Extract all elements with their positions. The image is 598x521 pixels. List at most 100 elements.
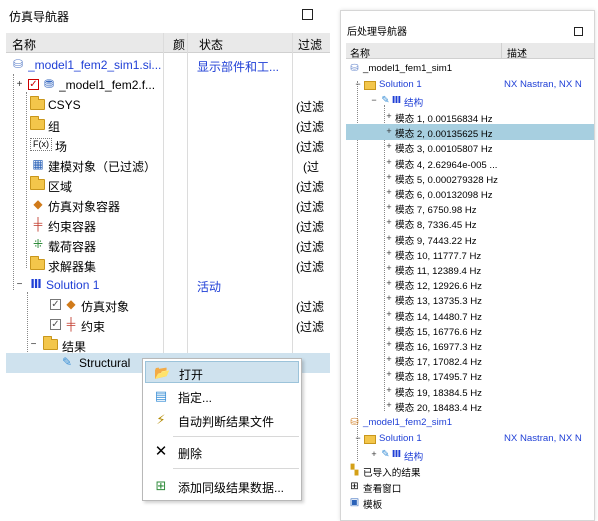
column-name[interactable]: 名称 xyxy=(350,45,370,60)
tree-row-mode[interactable]: + 模态 2, 0.00135625 Hz xyxy=(346,124,594,141)
tree-row-label: 约束容器 xyxy=(48,220,97,234)
tree-row-mode[interactable]: + 模态 4, 2.62964e-005 ... xyxy=(346,155,594,171)
tree-row-modeling-objects[interactable]: ▦ 建模对象（已过滤） (过 xyxy=(6,155,330,175)
tree-row-sim1[interactable]: ⛁ _model1_fem1_sim1 xyxy=(346,61,594,77)
menu-item-label: 添加同级结果数据... xyxy=(178,481,285,495)
expand-icon[interactable]: + xyxy=(385,172,393,182)
menu-item-label: 打开 xyxy=(179,368,204,382)
checkbox-checked-icon[interactable]: ✓ xyxy=(50,319,61,330)
maximize-icon[interactable] xyxy=(574,27,583,36)
collapse-icon[interactable]: − xyxy=(15,280,24,290)
collapse-icon[interactable]: − xyxy=(354,80,362,89)
expand-icon[interactable]: + xyxy=(385,218,393,227)
expand-icon[interactable]: + xyxy=(385,309,393,319)
column-filter[interactable]: 过滤 xyxy=(298,36,322,53)
tree-row-sim-file[interactable]: ⛁ _model1_fem2_sim1.si... 显示部件和工... xyxy=(6,55,330,75)
tree-row-solution-1[interactable]: − Solution 1 NX Nastran, NX N xyxy=(346,77,594,93)
column-description[interactable]: 描述 xyxy=(507,45,527,60)
tree-row-structural[interactable]: − ✎ Ⅲ 结构 xyxy=(346,93,594,109)
expand-icon[interactable]: + xyxy=(385,340,393,349)
maximize-icon[interactable] xyxy=(302,9,313,20)
tree-row-mode[interactable]: + 模态 7, 6750.98 Hz xyxy=(346,200,594,217)
tree-row-imported-results[interactable]: ▚ 已导入的结果 xyxy=(346,463,594,479)
collapse-icon[interactable]: − xyxy=(29,340,38,350)
tree-row-mode[interactable]: + 模态 20, 18483.4 Hz xyxy=(346,398,594,414)
menu-item-open[interactable]: 📂 打开 xyxy=(145,361,299,383)
tree-row-mode[interactable]: + 模态 6, 0.00132098 Hz xyxy=(346,185,594,202)
tree-row-label: _model1_fem2_sim1 xyxy=(363,417,453,428)
column-name[interactable]: 名称 xyxy=(12,36,36,53)
expand-icon[interactable]: + xyxy=(385,294,393,303)
menu-item-delete[interactable]: ✕ 删除 xyxy=(145,441,299,463)
column-status[interactable]: 状态 xyxy=(199,36,223,53)
tree-row-mode[interactable]: + 模态 12, 12926.6 Hz xyxy=(346,276,594,293)
tree-row-regions[interactable]: 区域 (过滤 xyxy=(6,175,330,195)
expand-icon[interactable]: + xyxy=(385,233,393,243)
tree-row-structural-b[interactable]: + ✎ Ⅲ 结构 xyxy=(346,447,594,463)
expand-icon[interactable]: + xyxy=(385,264,393,273)
checkbox-checked-icon[interactable]: ✓ xyxy=(28,79,39,90)
tree-row-mode[interactable]: + 模态 14, 14480.7 Hz xyxy=(346,307,594,323)
solution-icon: Ⅲ xyxy=(391,95,402,106)
tree-row-templates[interactable]: ▣ 模板 xyxy=(346,495,594,511)
tree-row-solver-sets[interactable]: 求解器集 (过滤 xyxy=(6,255,330,275)
expand-icon[interactable]: + xyxy=(385,203,393,212)
expand-icon[interactable]: + xyxy=(385,127,393,136)
column-color[interactable]: 颜 xyxy=(173,36,185,53)
expand-icon[interactable]: + xyxy=(385,157,393,167)
collapse-icon[interactable]: − xyxy=(370,96,378,105)
tree-row-constraint-container[interactable]: ╪ 约束容器 (过滤 xyxy=(6,215,330,235)
tree-row-csys[interactable]: CSYS (过滤 xyxy=(6,95,330,115)
expand-icon[interactable]: + xyxy=(385,112,393,121)
tree-row-constraints[interactable]: ✓ ╪ 约束 (过滤 xyxy=(6,315,330,335)
folder-icon xyxy=(30,256,45,270)
collapse-icon[interactable]: − xyxy=(354,434,362,443)
expand-icon[interactable]: + xyxy=(385,324,393,334)
menu-item-specify[interactable]: ▤ 指定... xyxy=(145,385,299,407)
expand-icon[interactable]: + xyxy=(385,248,393,258)
expand-icon[interactable]: + xyxy=(385,400,393,410)
tree-row-mode[interactable]: + 模态 5, 0.000279328 Hz xyxy=(346,170,594,186)
tree-row-mode[interactable]: + 模态 17, 17082.4 Hz xyxy=(346,352,594,369)
tree-row-mode[interactable]: + 模态 9, 7443.22 Hz xyxy=(346,231,594,247)
menu-item-add-sibling-results[interactable]: ⊞ 添加同级结果数据... xyxy=(145,475,299,497)
tree-row-mode[interactable]: + 模态 19, 18384.5 Hz xyxy=(346,383,594,399)
tree-row-sim2[interactable]: ⛁ _model1_fem2_sim1 xyxy=(346,415,594,431)
expand-icon[interactable]: + xyxy=(385,370,393,379)
tree-row-mode[interactable]: + 模态 13, 13735.3 Hz xyxy=(346,291,594,308)
tree-row-label: 模态 18, 17495.7 Hz xyxy=(395,372,482,384)
expand-icon[interactable]: + xyxy=(385,385,393,395)
tree-row-mode[interactable]: + 模态 18, 17495.7 Hz xyxy=(346,367,594,384)
tree-row-mode[interactable]: + 模态 11, 12389.4 Hz xyxy=(346,261,594,278)
expand-icon[interactable]: + xyxy=(385,279,393,288)
tree-row-mode[interactable]: + 模态 1, 0.00156834 Hz xyxy=(346,109,594,126)
expand-icon[interactable]: + xyxy=(385,142,393,151)
tree-row-fields[interactable]: F(x) 场 (过滤 xyxy=(6,135,330,155)
fem-file-icon: ⛃ xyxy=(43,77,55,91)
row-filter: (过滤 xyxy=(296,140,324,154)
tree-row-mode[interactable]: + 模态 10, 11777.7 Hz xyxy=(346,246,594,262)
folder-open-icon xyxy=(364,435,376,444)
tree-row-sim-object-container[interactable]: ◆ 仿真对象容器 (过滤 xyxy=(6,195,330,215)
expand-icon[interactable]: + xyxy=(15,80,24,90)
expand-icon[interactable]: + xyxy=(385,355,393,364)
folder-open-icon: 📂 xyxy=(154,365,171,380)
expand-icon[interactable]: + xyxy=(370,450,378,459)
tree-row-viewports[interactable]: ⊞ 查看窗口 xyxy=(346,479,594,495)
tree-row-solution-1[interactable]: − Ⅲ Solution 1 活动 xyxy=(6,275,330,295)
tree-row-mode[interactable]: + 模态 8, 7336.45 Hz xyxy=(346,215,594,232)
tree-row-mode[interactable]: + 模态 16, 16977.3 Hz xyxy=(346,337,594,354)
tree-row-mode[interactable]: + 模态 15, 16776.6 Hz xyxy=(346,322,594,338)
tree-row-fem-file[interactable]: + ✓ ⛃ _model1_fem2.f... xyxy=(6,75,330,95)
menu-item-auto-detect[interactable]: ⚡ 自动判断结果文件 xyxy=(145,409,299,431)
tree-row-groups[interactable]: 组 (过滤 xyxy=(6,115,330,135)
tree-row-label: Solution 1 xyxy=(46,278,100,292)
tree-row-sim-objects[interactable]: ✓ ◆ 仿真对象 (过滤 xyxy=(6,295,330,315)
expand-icon[interactable]: + xyxy=(385,188,393,197)
checkbox-checked-icon[interactable]: ✓ xyxy=(50,299,61,310)
tree-row-load-container[interactable]: ⁜ 载荷容器 (过滤 xyxy=(6,235,330,255)
tree-row-mode[interactable]: + 模态 3, 0.00105807 Hz xyxy=(346,139,594,156)
tree-row-solution-1-b[interactable]: − Solution 1 NX Nastran, NX N xyxy=(346,431,594,447)
tree-row-results[interactable]: − 结果 xyxy=(6,335,330,355)
tree-row-label: Structural xyxy=(79,356,131,370)
